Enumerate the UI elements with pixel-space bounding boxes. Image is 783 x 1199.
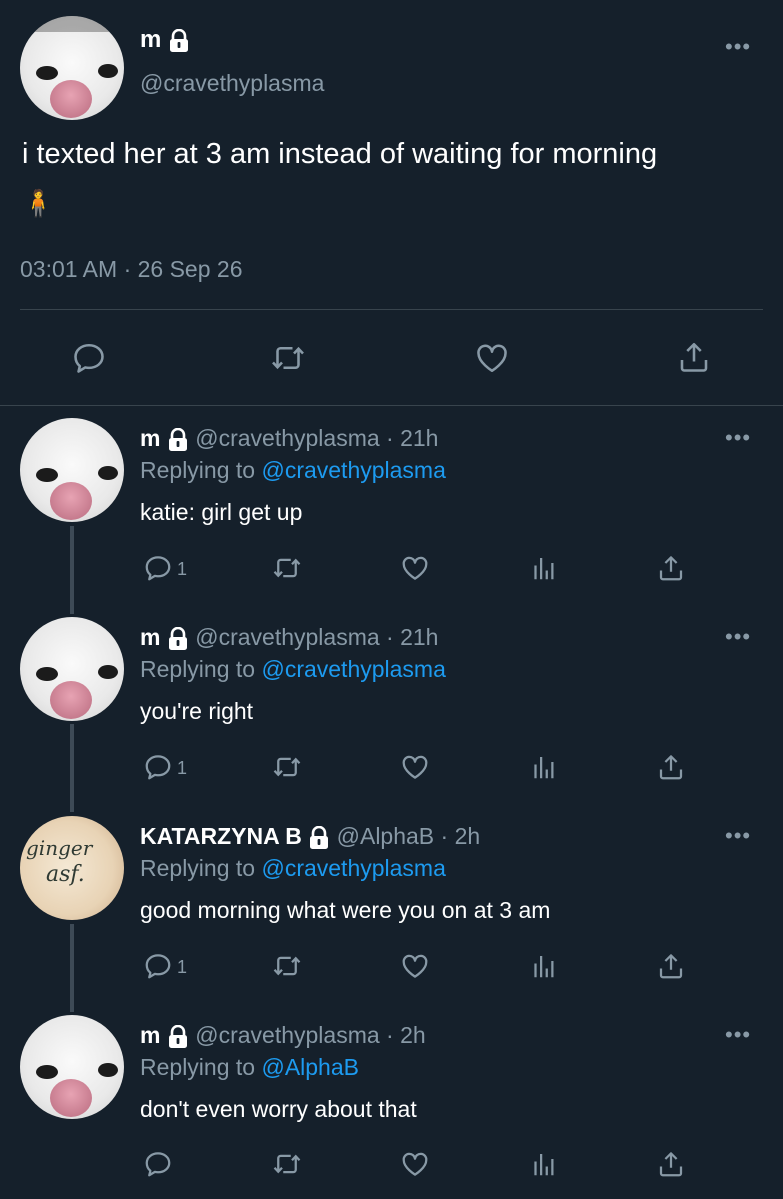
lock-icon: [310, 825, 329, 849]
replying-to: Replying to @cravethyplasma: [140, 656, 446, 683]
handle[interactable]: @cravethyplasma: [195, 624, 379, 650]
divider: [20, 309, 763, 310]
replying-prefix: Replying to: [140, 1054, 256, 1080]
main-tweet: m @cravethyplasma ••• i texted her at 3 …: [0, 0, 783, 405]
time[interactable]: · 2h: [386, 1022, 426, 1048]
avatar-text: ginger: [26, 836, 93, 860]
time[interactable]: · 21h: [386, 624, 438, 650]
more-icon[interactable]: •••: [725, 624, 751, 650]
avatar[interactable]: [20, 16, 124, 120]
replying-prefix: Replying to: [140, 855, 256, 881]
display-name[interactable]: m: [140, 1022, 160, 1048]
handle[interactable]: @cravethyplasma: [195, 425, 379, 451]
replying-to: Replying to @cravethyplasma: [140, 457, 446, 484]
reply-header: m @cravethyplasma · 21h: [140, 425, 438, 452]
retweet-icon[interactable]: [271, 553, 303, 583]
avatar[interactable]: ginger asf.: [20, 816, 124, 920]
avatar-text: asf.: [46, 862, 85, 887]
handle[interactable]: @AlphaB: [337, 823, 435, 849]
analytics-icon[interactable]: [528, 951, 558, 981]
reply-text: good morning what were you on at 3 am: [140, 897, 551, 923]
analytics-icon[interactable]: [528, 752, 558, 782]
handle[interactable]: @cravethyplasma: [140, 70, 324, 97]
display-name[interactable]: m: [140, 624, 160, 650]
share-icon[interactable]: [656, 1148, 686, 1180]
reply-header: m @cravethyplasma · 21h: [140, 624, 438, 651]
display-name[interactable]: m: [140, 425, 160, 451]
replying-prefix: Replying to: [140, 656, 256, 682]
share-icon[interactable]: [656, 751, 686, 783]
reply-count: 1: [177, 559, 188, 579]
retweet-icon[interactable]: [271, 752, 303, 782]
tweet-text: i texted her at 3 am instead of waiting …: [22, 138, 658, 170]
reply-icon[interactable]: [71, 340, 107, 376]
timestamp[interactable]: 03:01 AM · 26 Sep 26: [20, 256, 243, 283]
more-icon[interactable]: •••: [725, 425, 751, 451]
retweet-icon[interactable]: [270, 340, 306, 376]
thread-line: [70, 526, 74, 614]
time[interactable]: · 2h: [441, 823, 481, 849]
retweet-icon[interactable]: [271, 951, 303, 981]
reply-text: katie: girl get up: [140, 499, 303, 525]
reply-icon[interactable]: [143, 951, 173, 981]
lock-icon: [168, 1024, 187, 1048]
lock-icon: [170, 28, 189, 52]
thread-line: [70, 724, 74, 812]
share-icon[interactable]: [656, 950, 686, 982]
analytics-icon[interactable]: [528, 553, 558, 583]
reply-header: KATARZYNA B @AlphaB · 2h: [140, 823, 480, 850]
more-icon[interactable]: •••: [725, 34, 751, 60]
avatar[interactable]: [20, 1015, 124, 1119]
more-icon[interactable]: •••: [725, 823, 751, 849]
like-icon[interactable]: [399, 1149, 431, 1179]
replying-prefix: Replying to: [140, 457, 256, 483]
time[interactable]: · 21h: [386, 425, 438, 451]
like-icon[interactable]: [399, 951, 431, 981]
author-row: m: [140, 26, 190, 54]
like-icon[interactable]: [399, 553, 431, 583]
replying-to-link[interactable]: @cravethyplasma: [261, 855, 445, 881]
avatar[interactable]: [20, 617, 124, 721]
replying-to-link[interactable]: @cravethyplasma: [261, 457, 445, 483]
reply-text: you're right: [140, 698, 254, 724]
like-icon[interactable]: [399, 752, 431, 782]
reply-count: 1: [177, 957, 188, 977]
lock-icon: [168, 626, 187, 650]
analytics-icon[interactable]: [528, 1149, 558, 1179]
display-name[interactable]: m: [140, 26, 161, 53]
share-icon[interactable]: [676, 338, 712, 376]
replying-to: Replying to @cravethyplasma: [140, 855, 446, 882]
handle[interactable]: @cravethyplasma: [195, 1022, 379, 1048]
replying-to-link[interactable]: @cravethyplasma: [261, 656, 445, 682]
like-icon[interactable]: [473, 340, 511, 376]
tweet-emoji: 🧍: [22, 188, 55, 218]
reply-icon[interactable]: [143, 752, 173, 782]
retweet-icon[interactable]: [271, 1149, 303, 1179]
replying-to-link[interactable]: @AlphaB: [261, 1054, 359, 1080]
more-icon[interactable]: •••: [725, 1022, 751, 1048]
reply-icon[interactable]: [143, 553, 173, 583]
avatar[interactable]: [20, 418, 124, 522]
section-divider: [0, 405, 783, 406]
reply-icon[interactable]: [143, 1149, 173, 1179]
lock-icon: [168, 427, 187, 451]
replying-to: Replying to @AlphaB: [140, 1054, 359, 1081]
share-icon[interactable]: [656, 552, 686, 584]
reply-count: 1: [177, 758, 188, 778]
reply-text: don't even worry about that: [140, 1096, 417, 1122]
reply-header: m @cravethyplasma · 2h: [140, 1022, 426, 1049]
display-name[interactable]: KATARZYNA B: [140, 823, 302, 849]
thread-line: [70, 924, 74, 1012]
